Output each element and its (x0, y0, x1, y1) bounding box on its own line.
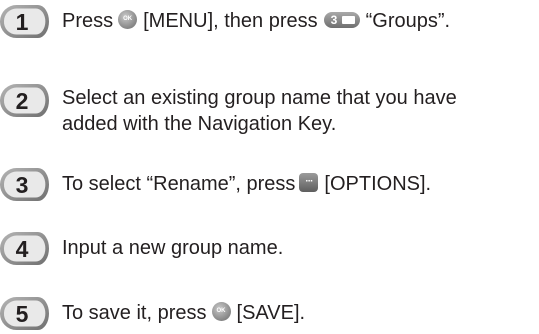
step-text-after: [OPTIONS]. (324, 173, 432, 195)
step-1: 1 Press OK [MENU], then press 3 “Groups”. (0, 5, 539, 38)
step-text-after: [SAVE]. (236, 302, 306, 324)
step-number: 3 (16, 172, 29, 198)
step-3: 3 To select “Rename”, press ··· [OPTIONS]. (0, 168, 539, 201)
step-text-groups: “Groups”. (365, 10, 451, 32)
step-text-content: Input a new group name. (62, 237, 284, 259)
step-number-badge: 1 (0, 5, 50, 38)
step-number: 4 (16, 236, 29, 262)
step-text-menu: [MENU], then press (143, 10, 318, 32)
step-text-line-2: added with the Navigation Key. (62, 113, 337, 135)
step-number: 5 (16, 301, 29, 327)
step-4: 4 Input a new group name. (0, 232, 539, 265)
step-text: Press OK [MENU], then press 3 “Groups”. (62, 8, 450, 34)
step-text: Select an existing group name that you h… (62, 85, 457, 137)
step-number: 1 (16, 9, 29, 35)
step-number: 2 (16, 88, 29, 114)
step-text: To select “Rename”, press ··· [OPTIONS]. (62, 171, 431, 197)
step-text: Input a new group name. (62, 235, 283, 261)
step-text-press: Press (62, 10, 114, 32)
step-text-line-1: Select an existing group name that you h… (62, 87, 457, 109)
ok-key-icon: OK (118, 10, 138, 29)
step-5: 5 To save it, press OK [SAVE]. (0, 297, 539, 330)
options-key-icon: ··· (299, 173, 319, 192)
step-number-badge: 3 (0, 168, 50, 201)
step-text-before: To save it, press (62, 302, 207, 324)
step-text-before: To select “Rename”, press (62, 173, 296, 195)
step-text: To save it, press OK [SAVE]. (62, 300, 305, 326)
step-2: 2 Select an existing group name that you… (0, 82, 539, 142)
ok-key-icon: OK (211, 302, 231, 321)
step-number-badge: 2 (0, 84, 50, 117)
step-number-badge: 5 (0, 297, 50, 330)
key-3-def-icon: 3 (323, 12, 360, 28)
step-number-badge: 4 (0, 232, 50, 265)
